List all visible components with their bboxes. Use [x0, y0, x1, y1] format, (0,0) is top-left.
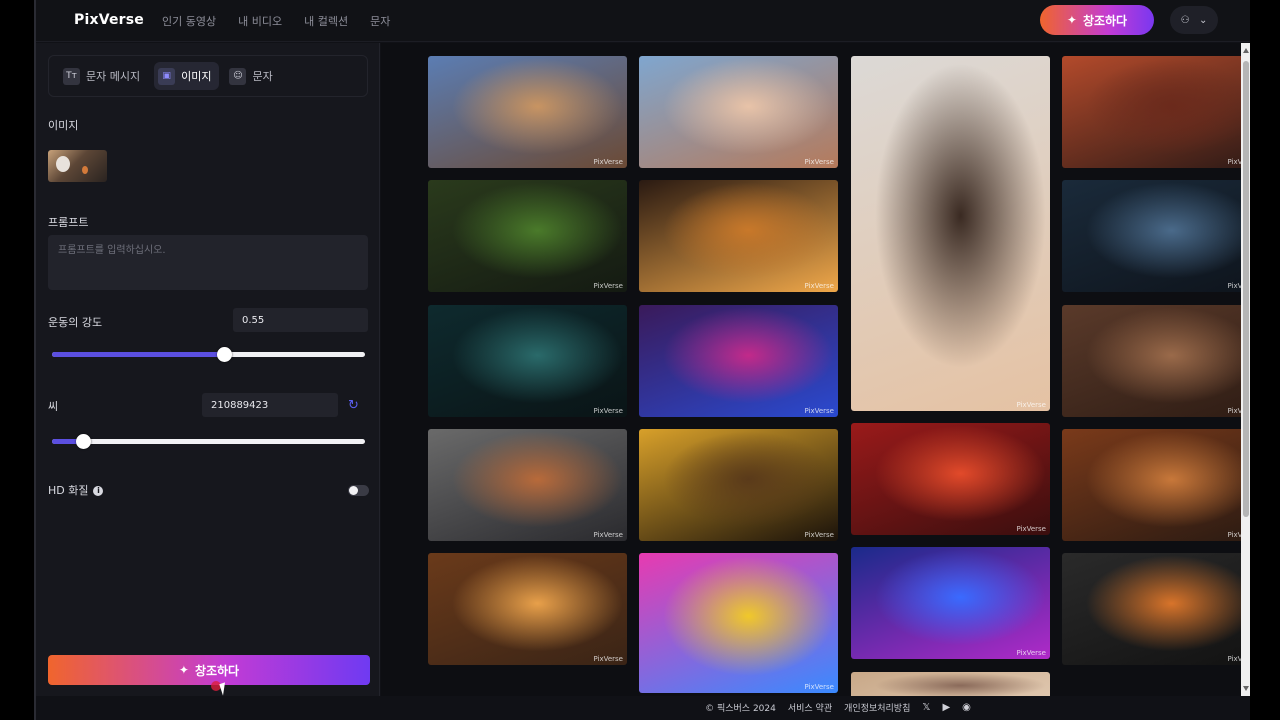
gallery-video-tile[interactable]: PixVerse	[428, 429, 627, 541]
youtube-icon[interactable]: ▶	[942, 702, 950, 713]
chevron-down-icon: ⌄	[1198, 14, 1208, 26]
gallery-video-tile[interactable]: PixVerse	[1062, 56, 1243, 168]
prompt-input[interactable]	[48, 235, 368, 290]
tab-image[interactable]: ▣ 이미지	[154, 62, 220, 90]
image-section-label: 이미지	[48, 119, 79, 132]
nav-link-text[interactable]: 문자	[370, 13, 390, 29]
gallery-video-tile[interactable]: PixVerse	[1062, 429, 1243, 541]
uploaded-image-thumbnail[interactable]	[48, 150, 107, 182]
watermark: PixVerse	[804, 158, 834, 166]
gallery-video-tile[interactable]: PixVerse	[428, 56, 627, 168]
seed-slider[interactable]	[52, 434, 365, 449]
watermark: PixVerse	[804, 407, 834, 415]
gallery-video-tile[interactable]: PixVerse	[639, 180, 838, 292]
create-button-label: 창조하다	[1082, 13, 1128, 28]
watermark: PixVerse	[593, 407, 623, 415]
info-icon[interactable]: i	[93, 486, 104, 496]
watermark: PixVerse	[593, 531, 623, 539]
watermark: PixVerse	[1016, 525, 1046, 533]
watermark: PixVerse	[1016, 649, 1046, 657]
gallery-video-tile[interactable]: PixVerse	[851, 547, 1050, 659]
discord-icon[interactable]: ◉	[962, 702, 971, 713]
sparkle-icon: ✦	[1066, 13, 1077, 27]
slider-handle[interactable]	[76, 434, 92, 449]
prompt-label: 프롬프트	[48, 216, 89, 229]
video-gallery: PixVerse PixVerse PixVerse PixVerse PixVerse…	[381, 43, 1243, 696]
x-icon[interactable]: 𝕏	[922, 702, 930, 713]
gallery-video-tile[interactable]	[851, 672, 1050, 696]
app-window: PixVerse 인기 동영상 내 비디오 내 컬렉션 문자 ✦ 창조하다 ⚇ …	[34, 0, 1250, 720]
gallery-video-tile[interactable]: PixVerse	[428, 553, 627, 665]
logo[interactable]: PixVerse	[74, 12, 144, 28]
create-button[interactable]: ✦ 창조하다	[48, 655, 370, 685]
gallery-video-tile[interactable]: PixVerse	[639, 429, 838, 541]
gallery-video-tile[interactable]: PixVerse	[851, 56, 1050, 411]
hd-quality-toggle[interactable]	[348, 485, 369, 496]
gallery-scrollbar[interactable]	[1241, 43, 1250, 696]
hd-quality-label: HD 화질 i	[48, 482, 104, 498]
watermark: PixVerse	[804, 531, 834, 539]
gallery-video-tile[interactable]: PixVerse	[428, 305, 627, 417]
slider-fill	[52, 352, 225, 357]
watermark: PixVerse	[593, 158, 623, 166]
tab-label: 문자	[252, 70, 273, 83]
seed-field[interactable]: 210889423	[202, 393, 338, 417]
watermark: PixVerse	[804, 683, 834, 691]
user-menu-button[interactable]: ⚇ ⌄	[1170, 6, 1218, 34]
terms-link[interactable]: 서비스 약관	[788, 701, 832, 714]
nav-link-my-videos[interactable]: 내 비디오	[238, 13, 282, 29]
copyright-text: © 픽스버스 2024	[705, 703, 776, 714]
gallery-video-tile[interactable]: PixVerse	[1062, 180, 1243, 292]
scrollbar-thumb[interactable]	[1243, 61, 1249, 517]
gallery-video-tile[interactable]: PixVerse	[639, 56, 838, 168]
settings-panel: Tт 문자 메시지 ▣ 이미지 ☺ 문자 이미지 프롬프트 운동의 강도 0.5…	[36, 43, 380, 696]
gallery-video-tile[interactable]: PixVerse	[639, 305, 838, 417]
gallery-video-tile[interactable]: PixVerse	[1062, 305, 1243, 417]
tab-label: 이미지	[181, 70, 212, 83]
nav-link-my-collection[interactable]: 내 컬렉션	[304, 13, 348, 29]
tab-label: 문자 메시지	[86, 70, 141, 83]
motion-strength-label: 운동의 강도	[48, 316, 103, 329]
privacy-link[interactable]: 개인정보처리방침	[844, 701, 910, 714]
create-button-label: 창조하다	[194, 663, 240, 678]
mode-tabs: Tт 문자 메시지 ▣ 이미지 ☺ 문자	[48, 55, 368, 97]
sparkle-icon: ✦	[178, 663, 189, 677]
refresh-seed-icon[interactable]: ↻	[348, 399, 362, 413]
top-nav: PixVerse 인기 동영상 내 비디오 내 컬렉션 문자 ✦ 창조하다 ⚇ …	[36, 0, 1250, 42]
image-icon: ▣	[158, 67, 176, 85]
gallery-video-tile[interactable]: PixVerse	[1062, 553, 1243, 665]
slider-handle[interactable]	[217, 347, 233, 362]
nav-link-popular[interactable]: 인기 동영상	[162, 13, 216, 29]
motion-strength-field[interactable]: 0.55	[233, 308, 368, 332]
character-icon: ☺	[229, 67, 247, 85]
gallery-video-tile[interactable]: PixVerse	[639, 553, 838, 693]
watermark: PixVerse	[593, 655, 623, 663]
watermark: PixVerse	[804, 282, 834, 290]
watermark: PixVerse	[1016, 401, 1046, 409]
scroll-up-arrow-icon[interactable]	[1243, 48, 1249, 53]
seed-label: 씨	[48, 400, 59, 413]
hd-quality-text: HD 화질	[48, 484, 89, 497]
scroll-down-arrow-icon[interactable]	[1243, 686, 1249, 691]
tab-text-message[interactable]: Tт 문자 메시지	[59, 62, 148, 90]
user-icon: ⚇	[1180, 14, 1190, 26]
tab-character[interactable]: ☺ 문자	[225, 62, 280, 90]
create-button-top[interactable]: ✦ 창조하다	[1040, 5, 1154, 35]
gallery-video-tile[interactable]: PixVerse	[428, 180, 627, 292]
text-icon: Tт	[63, 67, 80, 85]
nav-links: 인기 동영상 내 비디오 내 컬렉션 문자	[162, 13, 390, 29]
watermark: PixVerse	[593, 282, 623, 290]
motion-strength-slider[interactable]	[52, 347, 365, 362]
gallery-video-tile[interactable]: PixVerse	[851, 423, 1050, 535]
footer: © 픽스버스 2024 서비스 약관 개인정보처리방침 𝕏 ▶ ◉	[36, 696, 1250, 718]
